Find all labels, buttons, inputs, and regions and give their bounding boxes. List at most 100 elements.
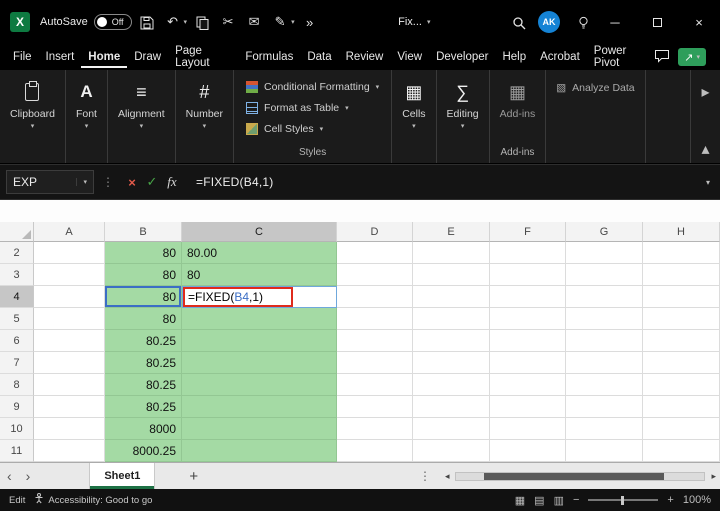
cell[interactable] — [337, 330, 413, 352]
tab-data[interactable]: Data — [300, 46, 338, 68]
search-icon[interactable] — [508, 14, 530, 30]
cell[interactable] — [490, 308, 566, 330]
sheetbar-options-icon[interactable]: ⋮ — [419, 469, 431, 483]
cell[interactable] — [34, 264, 105, 286]
cell[interactable] — [337, 396, 413, 418]
more-commands-icon[interactable]: » — [299, 15, 321, 30]
cell[interactable] — [413, 374, 490, 396]
insert-function-button[interactable]: fx — [162, 174, 182, 190]
cell[interactable] — [182, 440, 337, 462]
pen-icon[interactable]: ✎ — [269, 14, 291, 30]
alignment-button[interactable]: ≡ Alignment ▾ — [118, 78, 165, 130]
zoom-level[interactable]: 100% — [683, 494, 711, 506]
tab-home[interactable]: Home — [81, 46, 127, 68]
collapse-ribbon-icon[interactable]: ▴ — [701, 139, 709, 159]
comments-icon[interactable] — [654, 49, 670, 66]
cell[interactable] — [413, 308, 490, 330]
cell[interactable]: 80.25 — [105, 396, 182, 418]
cell-C4-editing[interactable]: =FIXED(B4,1) — [182, 286, 337, 308]
cell[interactable] — [413, 264, 490, 286]
cell[interactable] — [490, 440, 566, 462]
formula-bar-content[interactable]: =FIXED(B4,1) — [196, 175, 273, 189]
tab-power-pivot[interactable]: Power Pivot — [587, 40, 654, 74]
editing-button[interactable]: ∑ Editing ▾ — [447, 78, 479, 130]
horizontal-scrollbar[interactable] — [455, 472, 705, 481]
tab-page-layout[interactable]: Page Layout — [168, 40, 238, 74]
zoom-in-button[interactable]: + — [667, 494, 673, 506]
cell[interactable] — [34, 418, 105, 440]
tab-acrobat[interactable]: Acrobat — [533, 46, 587, 68]
column-header-D[interactable]: D — [337, 222, 413, 242]
cell[interactable] — [490, 330, 566, 352]
cell[interactable] — [182, 418, 337, 440]
cell[interactable]: 80 — [182, 264, 337, 286]
cell-styles-button[interactable]: Cell Styles ▾ — [246, 118, 379, 139]
cell[interactable] — [182, 352, 337, 374]
row-header[interactable]: 7 — [0, 352, 34, 374]
column-header-B[interactable]: B — [105, 222, 182, 242]
clipboard-button[interactable]: Clipboard ▾ — [10, 78, 55, 130]
cell[interactable]: 80.25 — [105, 330, 182, 352]
cell[interactable]: 8000 — [105, 418, 182, 440]
quick-access-dropdown-icon[interactable]: ▾ — [291, 18, 295, 26]
row-header[interactable]: 6 — [0, 330, 34, 352]
cell[interactable] — [34, 440, 105, 462]
cell[interactable] — [643, 440, 720, 462]
cell[interactable] — [337, 352, 413, 374]
analyze-data-button[interactable]: ▧ Analyze Data — [546, 70, 645, 163]
user-avatar[interactable]: AK — [538, 11, 560, 33]
next-sheet-icon[interactable]: › — [19, 468, 38, 484]
column-header-E[interactable]: E — [413, 222, 490, 242]
add-sheet-button[interactable]: + — [189, 468, 198, 485]
cell[interactable] — [34, 374, 105, 396]
row-header[interactable]: 10 — [0, 418, 34, 440]
cell[interactable] — [566, 418, 643, 440]
cell[interactable] — [413, 418, 490, 440]
cell[interactable] — [643, 242, 720, 264]
tab-formulas[interactable]: Formulas — [238, 46, 300, 68]
cell[interactable] — [413, 396, 490, 418]
cell[interactable] — [490, 286, 566, 308]
cell[interactable] — [566, 264, 643, 286]
cell[interactable] — [413, 286, 490, 308]
cell[interactable] — [182, 396, 337, 418]
expand-formula-bar-icon[interactable]: ▾ — [706, 178, 710, 187]
cell-B4-referenced[interactable]: 80 — [105, 286, 182, 308]
cell[interactable] — [337, 418, 413, 440]
zoom-slider[interactable] — [588, 499, 658, 501]
cells-button[interactable]: ▦ Cells ▾ — [402, 78, 425, 130]
cell[interactable] — [413, 440, 490, 462]
ribbon-scroll-icon[interactable]: ▸ — [701, 82, 709, 102]
column-header-F[interactable]: F — [490, 222, 566, 242]
cell[interactable] — [337, 286, 413, 308]
format-as-table-button[interactable]: Format as Table ▾ — [246, 97, 379, 118]
cell[interactable] — [566, 286, 643, 308]
cell[interactable] — [490, 264, 566, 286]
cell[interactable] — [337, 374, 413, 396]
share-button[interactable]: ↗ ▾ — [678, 48, 706, 66]
previous-sheet-icon[interactable]: ‹ — [0, 468, 19, 484]
close-button[interactable]: × — [678, 0, 720, 44]
cell[interactable] — [490, 374, 566, 396]
column-header-C[interactable]: C — [182, 222, 337, 242]
cell[interactable] — [34, 286, 105, 308]
autosave-toggle[interactable]: Off — [94, 14, 132, 30]
horizontal-scrollbar-thumb[interactable] — [484, 473, 664, 480]
cell[interactable] — [182, 308, 337, 330]
cell[interactable] — [643, 264, 720, 286]
cell[interactable] — [643, 286, 720, 308]
document-name[interactable]: Fix... ▾ — [398, 16, 430, 28]
undo-icon[interactable]: ↶ — [162, 14, 184, 30]
scroll-left-icon[interactable]: ◂ — [445, 471, 450, 482]
cell[interactable] — [490, 242, 566, 264]
tab-draw[interactable]: Draw — [127, 46, 168, 68]
normal-view-icon[interactable]: ▦ — [515, 494, 525, 507]
cell[interactable] — [413, 242, 490, 264]
conditional-formatting-button[interactable]: Conditional Formatting ▾ — [246, 76, 379, 97]
number-button[interactable]: # Number ▾ — [186, 78, 223, 130]
cell[interactable] — [643, 396, 720, 418]
cell[interactable] — [566, 374, 643, 396]
cell[interactable] — [643, 352, 720, 374]
tab-view[interactable]: View — [390, 46, 429, 68]
tab-developer[interactable]: Developer — [429, 46, 495, 68]
